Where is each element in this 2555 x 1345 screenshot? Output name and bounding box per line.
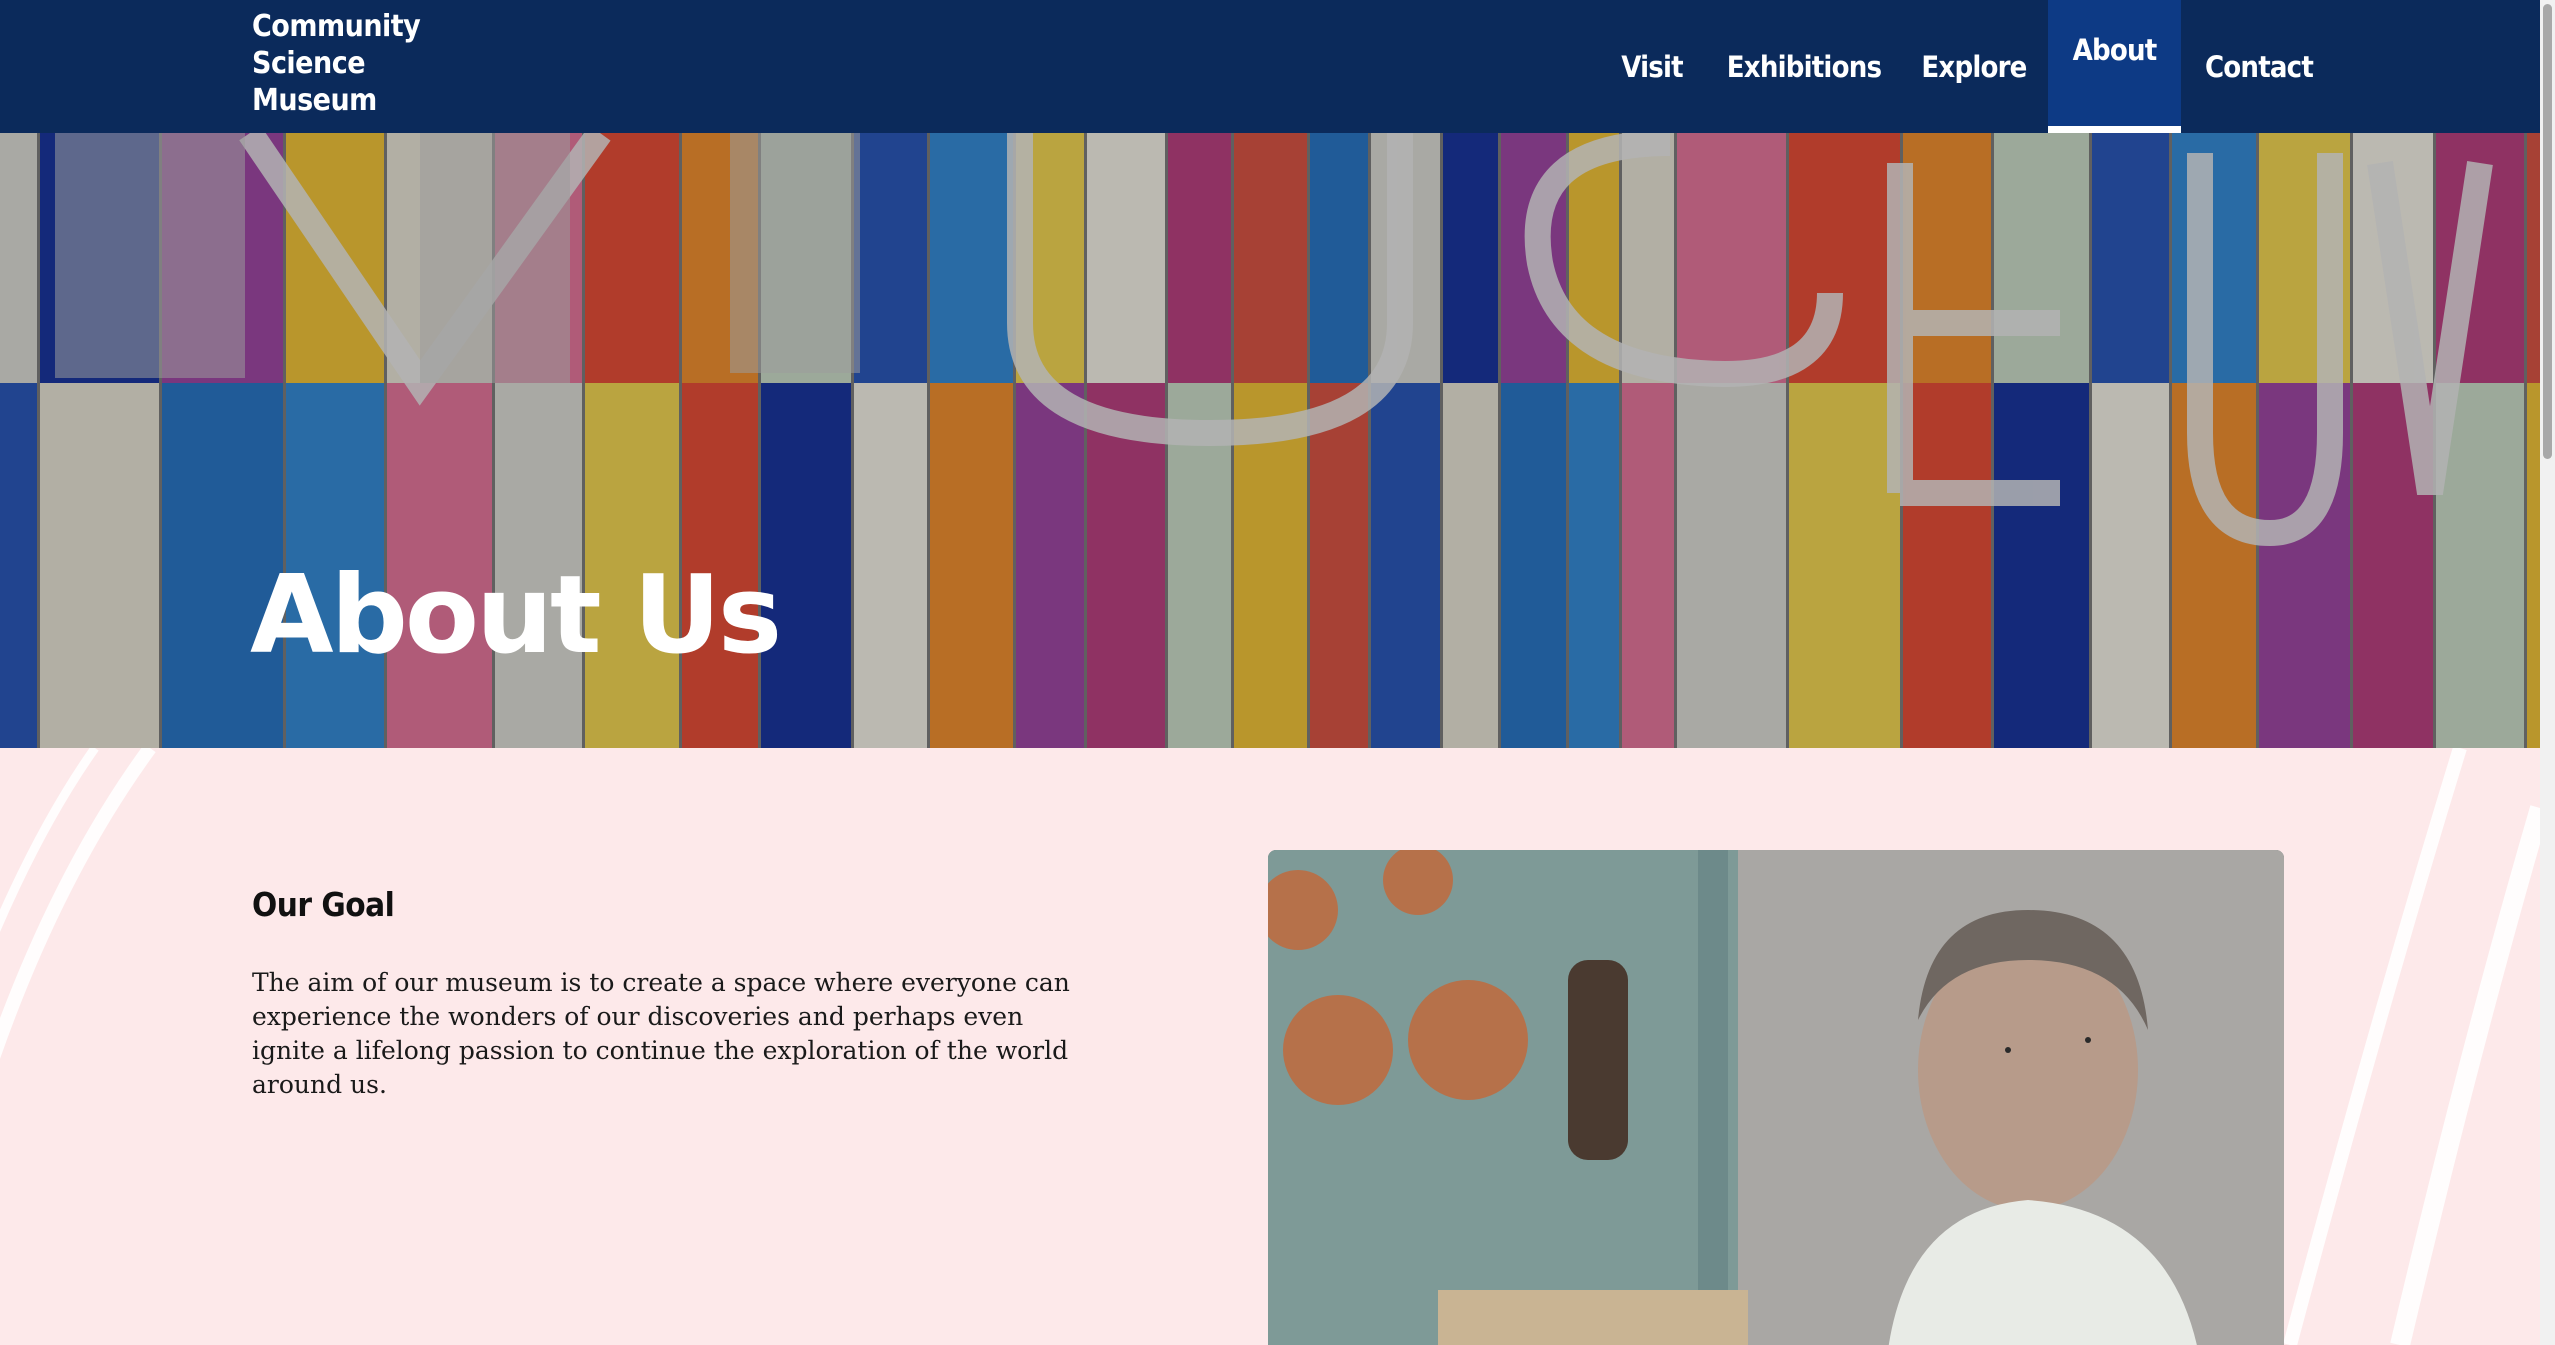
goal-section: Our Goal The aim of our museum is to cre… [0, 748, 2540, 1345]
staff-photo [1268, 850, 2284, 1345]
site-header: Community Science Museum Visit Exhibitio… [0, 0, 2540, 133]
logo-line-1: Community [252, 9, 421, 44]
nav-item-visit[interactable]: Visit [1600, 0, 1704, 133]
nav-item-explore[interactable]: Explore [1919, 0, 2029, 133]
goal-text: The aim of our museum is to create a spa… [252, 968, 1070, 1099]
nav-item-exhibitions[interactable]: Exhibitions [1727, 0, 1882, 133]
hero-banner: About Us [0, 133, 2540, 748]
scrollbar-thumb[interactable] [2543, 4, 2552, 459]
site-logo[interactable]: Community Science Museum [252, 8, 421, 119]
logo-line-2: Science [252, 46, 366, 81]
page-scrollbar[interactable] [2540, 0, 2555, 1345]
nav-item-about[interactable]: About [2048, 0, 2181, 133]
logo-line-3: Museum [252, 83, 377, 118]
goal-heading: Our Goal [252, 885, 395, 924]
page-title: About Us [250, 553, 782, 678]
nav-item-contact[interactable]: Contact [2200, 0, 2318, 133]
